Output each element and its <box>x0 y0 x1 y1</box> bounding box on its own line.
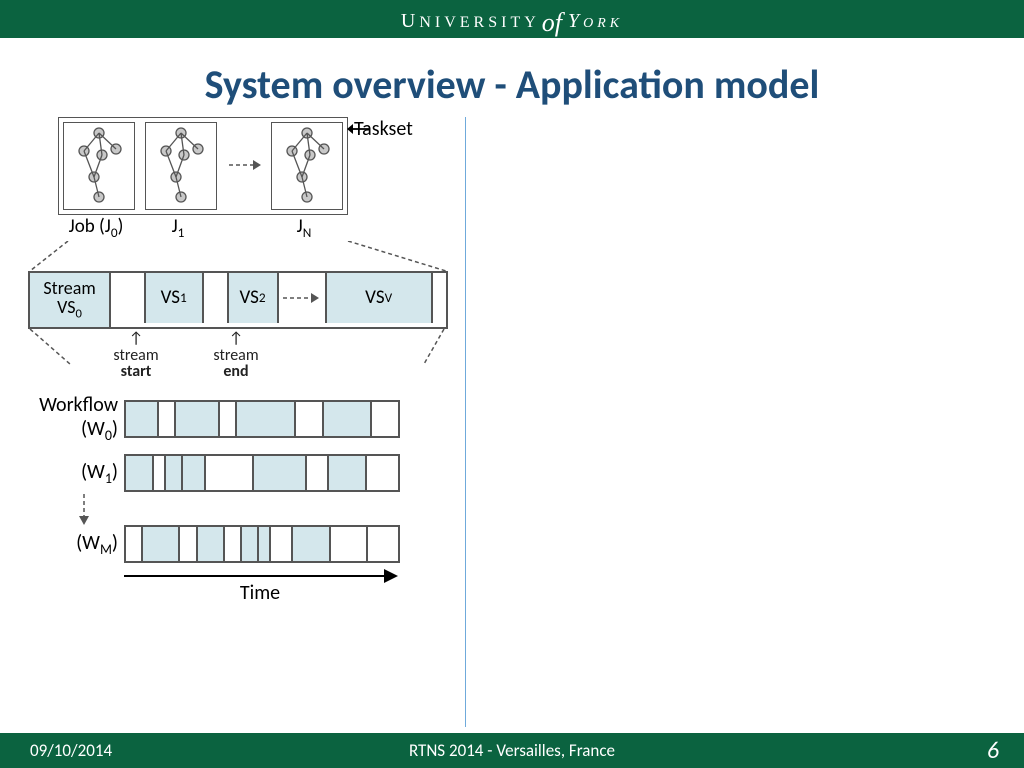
workflow-bar <box>124 400 400 438</box>
stream-label: Stream <box>43 279 95 298</box>
ellipsis-arrow-icon <box>283 291 319 305</box>
job-labels-row: Job (J0) J1 JN <box>60 215 448 241</box>
stream-gap <box>433 273 446 323</box>
job-label: JN <box>268 215 340 241</box>
job-box <box>145 122 217 210</box>
dag-icon <box>146 123 216 209</box>
job-label: Job (J0) <box>60 215 132 241</box>
taskset-arrow-icon <box>347 120 369 138</box>
workflow-label: (WM) <box>28 531 118 558</box>
slide-content: Taskset Job (J0) J1 JN Stream VS0 VS1 VS… <box>0 117 1024 747</box>
expansion-lines-icon <box>28 241 448 273</box>
stream-vs: VS1 <box>146 273 204 323</box>
workflow-row: Workflow(W0) <box>28 393 448 444</box>
stream-row: Stream VS0 VS1 VS2 VSV <box>28 271 448 329</box>
ellipsis-arrow-icon <box>227 122 261 208</box>
taskset-box <box>58 117 348 215</box>
stream-vs0: Stream VS0 <box>30 273 111 327</box>
stream-gap <box>111 273 146 323</box>
dag-icon <box>64 123 134 209</box>
job-box <box>271 122 343 210</box>
workflow-row: (W1) <box>28 454 448 492</box>
institution-logo: UNIVERSITY of York <box>401 4 623 34</box>
footer-venue: RTNS 2014 - Versailles, France <box>0 740 1024 761</box>
footer-bar: RTNS 2014 - Versailles, France 09/10/201… <box>0 733 1024 768</box>
slide-title: System overview - Application model <box>0 60 1024 109</box>
time-axis-label: Time <box>124 581 396 605</box>
workflow-bar <box>124 525 400 563</box>
workflow-label: Workflow(W0) <box>28 393 118 444</box>
workflow-bar <box>124 454 400 492</box>
stream-gap <box>204 273 229 323</box>
job-label: J1 <box>142 215 214 241</box>
time-axis-arrow <box>124 575 396 577</box>
application-model-diagram: Taskset Job (J0) J1 JN Stream VS0 VS1 VS… <box>28 117 448 605</box>
job-box <box>63 122 135 210</box>
workflow-label: (W1) <box>28 460 118 487</box>
stream-end-annot: ↑streamend <box>206 331 266 381</box>
workflow-row: (WM) <box>28 525 448 563</box>
vertical-divider <box>465 117 466 727</box>
ellipsis-arrow-icon <box>66 492 156 526</box>
dag-icon <box>272 123 342 209</box>
header-bar: UNIVERSITY of York <box>0 0 1024 38</box>
stream-vs: VS2 <box>229 273 279 323</box>
stream-vs: VSV <box>327 273 433 323</box>
stream-start-annot: ↑streamstart <box>106 331 166 381</box>
vs0-label: VS0 <box>57 298 82 321</box>
